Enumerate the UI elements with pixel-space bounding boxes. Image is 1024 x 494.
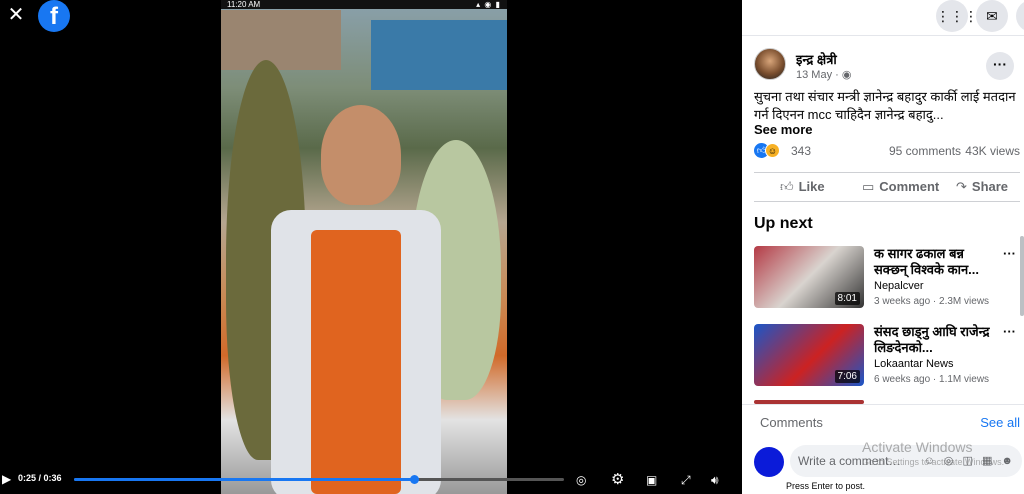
- press-enter-hint: Press Enter to post.: [786, 481, 866, 491]
- post-actions: 👍︎ Like ▭ Comment ↷ Share: [754, 172, 1020, 202]
- time-display: 0:25 / 0:36: [18, 473, 62, 483]
- channel-name[interactable]: Lokaantar News: [874, 358, 954, 370]
- views-count: 43K views: [965, 144, 1020, 158]
- video-thumbnail[interactable]: 7:06: [754, 324, 864, 386]
- like-label: Like: [798, 179, 825, 194]
- comments-section: Comments See all Write a comment… ☺ ◎ ◫ …: [742, 404, 1024, 494]
- progress-fill: [74, 478, 415, 481]
- thumbs-up-icon: 👍︎: [780, 179, 794, 194]
- see-all-link[interactable]: See all: [980, 415, 1020, 430]
- progress-knob[interactable]: [410, 475, 420, 484]
- status-time: 11:20 AM: [227, 0, 261, 9]
- facebook-logo-icon[interactable]: f: [38, 0, 70, 32]
- post-meta: 13 May · ◉: [796, 68, 851, 81]
- more-options-icon[interactable]: ···: [1003, 324, 1016, 339]
- close-icon[interactable]: ✕: [6, 5, 26, 25]
- activate-windows-watermark: Activate Windows: [862, 439, 973, 455]
- reaction-icons[interactable]: 👍︎ ☺: [754, 143, 784, 159]
- scene-shop: [371, 20, 507, 90]
- more-options-icon[interactable]: ···: [986, 52, 1014, 80]
- post-stats: 👍︎ ☺ 343 95 comments 43K views: [754, 142, 1020, 162]
- grid-menu-icon[interactable]: ⋮⋮⋮: [936, 0, 978, 32]
- play-icon[interactable]: ▶: [2, 472, 11, 486]
- messenger-icon[interactable]: ✉: [976, 0, 1008, 32]
- comment-bubble-icon: ▭: [862, 179, 875, 194]
- progress-bar[interactable]: [74, 475, 564, 484]
- channel-name[interactable]: Nepalcver: [874, 280, 924, 292]
- like-button[interactable]: 👍︎ Like: [780, 179, 825, 195]
- scene-building: [221, 10, 341, 70]
- share-button[interactable]: ↷ Share: [956, 179, 1008, 195]
- panel-top-bar: ⋮⋮⋮ ✉: [742, 0, 1024, 36]
- user-avatar[interactable]: [754, 447, 784, 477]
- more-options-icon[interactable]: ···: [1003, 246, 1016, 261]
- author-name[interactable]: इन्द्र क्षेत्री: [796, 50, 837, 68]
- settings-gear-icon[interactable]: ⚙: [611, 472, 624, 487]
- up-next-item[interactable]: 7:06 संसद छाड्नु आघि राजेन्द्र लिङदेनको.…: [754, 324, 1016, 388]
- video-duration: 7:06: [834, 370, 860, 383]
- phone-status-bar: 11:20 AM ▴ ◉ ▮: [221, 0, 507, 9]
- scene-kurta: [311, 230, 401, 494]
- video-title[interactable]: संसद छाड्नु आघि राजेन्द्र लिङदेनको...: [874, 324, 994, 356]
- comments-count[interactable]: 95 comments: [889, 144, 961, 158]
- status-icons: ▴ ◉ ▮: [476, 0, 501, 9]
- captions-icon[interactable]: ◎: [576, 473, 586, 487]
- up-next-heading: Up next: [754, 215, 813, 232]
- comment-label: Comment: [879, 179, 940, 194]
- up-next-item[interactable]: 8:01 क सागर ढकाल बन्न सक्छन् विश्वके कान…: [754, 246, 1016, 310]
- post-text: सुचना तथा संचार मन्त्री ज्ञानेन्द्र बहाद…: [754, 89, 1016, 122]
- globe-icon: ◉: [841, 69, 852, 81]
- comments-label: Comments: [760, 415, 823, 430]
- video-meta: 6 weeks ago · 1.1M views: [874, 374, 990, 385]
- volume-icon[interactable]: 🔊︎: [711, 473, 719, 487]
- post-date[interactable]: 13 May ·: [796, 69, 842, 81]
- scene-man-face: [321, 105, 401, 205]
- post-panel: ⋮⋮⋮ ✉ इन्द्र क्षेत्री 13 May · ◉ ··· सुच…: [742, 0, 1024, 494]
- picture-in-picture-icon[interactable]: ▣: [646, 473, 657, 487]
- post-header: इन्द्र क्षेत्री 13 May · ◉ ···: [754, 48, 1016, 88]
- notifications-icon[interactable]: [1016, 0, 1024, 32]
- video-title[interactable]: क सागर ढकाल बन्न सक्छन् विश्वके कान...: [874, 246, 994, 278]
- see-more-link[interactable]: See more: [754, 122, 813, 137]
- share-arrow-icon: ↷: [956, 179, 967, 194]
- video-controls: ▶ 0:25 / 0:36 ◎ ⚙ ▣ ⤢ 🔊︎: [0, 468, 742, 494]
- video-viewer: ✕ f 11:20 AM ▴ ◉ ▮ ▶ 0:25 / 0:36 ◎ ⚙ ▣ ⤢…: [0, 0, 1024, 494]
- author-avatar[interactable]: [754, 48, 786, 80]
- activate-windows-subtext: Go to Settings to activate Windows.: [862, 457, 1005, 467]
- video-frame[interactable]: 11:20 AM ▴ ◉ ▮: [221, 0, 507, 494]
- video-player[interactable]: ✕ f 11:20 AM ▴ ◉ ▮ ▶ 0:25 / 0:36 ◎ ⚙ ▣ ⤢…: [0, 0, 742, 494]
- fullscreen-icon[interactable]: ⤢: [681, 473, 691, 487]
- video-meta: 3 weeks ago · 2.3M views: [874, 296, 990, 307]
- comment-button[interactable]: ▭ Comment: [862, 179, 939, 195]
- video-duration: 8:01: [834, 292, 860, 305]
- scrollbar-thumb[interactable]: [1020, 236, 1024, 316]
- share-label: Share: [971, 179, 1009, 194]
- haha-reaction-icon: ☺: [765, 143, 780, 158]
- video-thumbnail[interactable]: 8:01: [754, 246, 864, 308]
- reaction-count[interactable]: 343: [791, 144, 811, 158]
